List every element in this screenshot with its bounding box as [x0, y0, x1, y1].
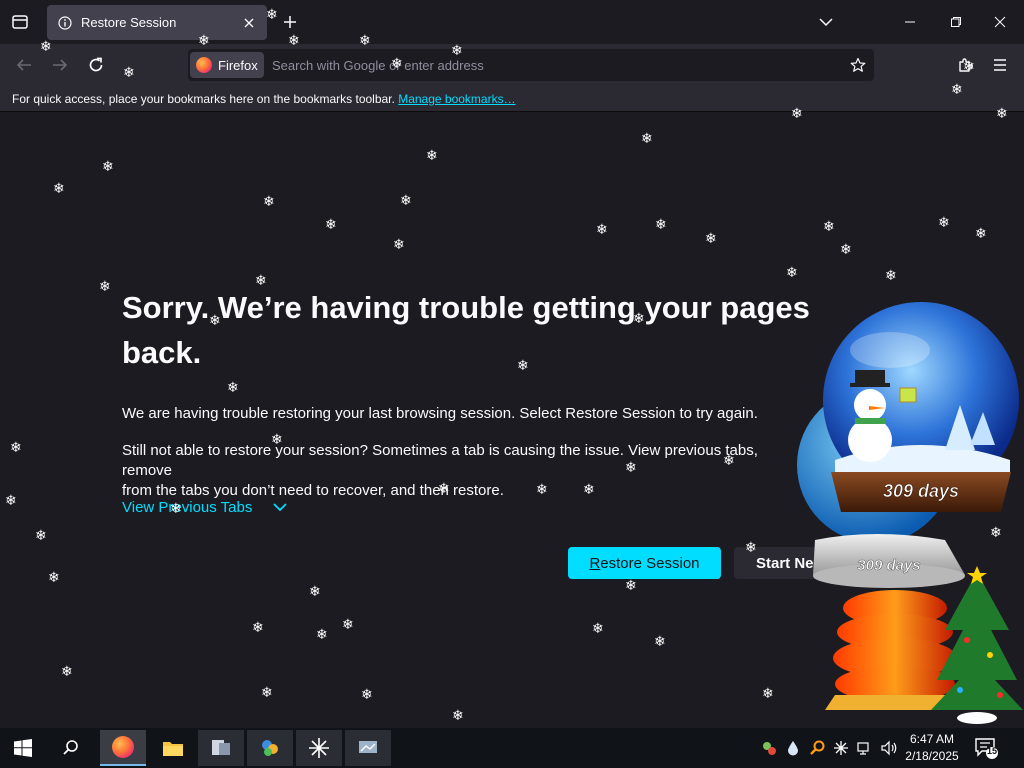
tab-title: Restore Session — [81, 15, 177, 30]
hint-text-line-2: from the tabs you don’t need to recover,… — [122, 482, 504, 499]
identity-label: Firefox — [218, 57, 258, 73]
restore-label-rest: estore Session — [600, 554, 700, 572]
chevron-down-icon — [272, 499, 288, 516]
view-previous-tabs-label: View Previous Tabs — [122, 499, 253, 516]
navigation-toolbar: Firefox — [0, 44, 1024, 86]
volume-icon[interactable] — [880, 738, 898, 758]
tray-drop-icon[interactable] — [784, 738, 802, 758]
days-counter-label-1: 309 days — [883, 481, 959, 501]
forward-icon[interactable] — [48, 53, 72, 77]
start-button-icon[interactable] — [0, 730, 46, 766]
tray-app-icon[interactable] — [760, 738, 778, 758]
file-explorer-icon[interactable] — [150, 730, 196, 766]
search-icon[interactable] — [48, 730, 94, 766]
snow-globe-image: 309 days 309 days — [797, 302, 1023, 724]
hamburger-menu-icon[interactable] — [988, 53, 1012, 77]
new-tab-icon[interactable] — [280, 12, 300, 32]
taskbar-app-4-icon[interactable] — [345, 730, 391, 766]
page-title-line-2: back. — [122, 335, 202, 370]
taskbar-app-2-icon[interactable] — [247, 730, 293, 766]
tray-snowflake-icon[interactable] — [832, 738, 850, 758]
list-all-tabs-icon[interactable] — [816, 12, 836, 32]
hint-text: Still not able to restore your session? … — [122, 441, 812, 501]
hint-text-line-1: Still not able to restore your session? … — [122, 442, 758, 479]
screen: Restore Session Firefox Search with Goog… — [0, 0, 1024, 768]
taskbar-firefox-icon[interactable] — [100, 730, 146, 766]
minimize-icon[interactable] — [900, 12, 920, 32]
reload-icon[interactable] — [84, 53, 108, 77]
clock-date: 2/18/2025 — [905, 749, 959, 763]
back-icon[interactable] — [12, 53, 36, 77]
identity-box[interactable]: Firefox — [190, 52, 264, 78]
close-tab-icon[interactable] — [241, 15, 257, 31]
address-bar: Firefox — [188, 49, 874, 81]
url-input[interactable] — [272, 49, 832, 81]
bookmark-star-icon[interactable] — [848, 55, 868, 75]
page-title-line-1: Sorry. We’re having trouble getting your… — [122, 290, 810, 325]
system-clock[interactable]: 6:47 AM 2/18/2025 — [902, 731, 962, 765]
restore-session-button[interactable]: Restore Session — [568, 547, 721, 579]
firefox-logo-icon — [196, 57, 212, 73]
clock-time: 6:47 AM — [909, 732, 955, 746]
close-window-icon[interactable] — [990, 12, 1010, 32]
tab-strip: Restore Session — [0, 0, 1024, 44]
restore-accesskey: R — [589, 554, 601, 572]
maximize-icon[interactable] — [946, 12, 966, 32]
tray-search-icon[interactable] — [808, 738, 826, 758]
notification-count: 15 — [986, 746, 997, 756]
taskbar-snowflake-app-icon[interactable] — [296, 730, 342, 766]
network-icon[interactable] — [856, 738, 874, 758]
bookmarks-toolbar-hint: For quick access, place your bookmarks h… — [12, 92, 395, 106]
tab-restore-session[interactable]: Restore Session — [47, 5, 267, 40]
manage-bookmarks-link[interactable]: Manage bookmarks… — [398, 92, 515, 106]
extensions-icon[interactable] — [954, 53, 978, 77]
taskbar: 6:47 AM 2/18/2025 15 — [0, 728, 1024, 768]
bookmarks-toolbar: For quick access, place your bookmarks h… — [0, 86, 1024, 112]
view-previous-tabs-toggle[interactable]: View Previous Tabs — [122, 499, 288, 516]
description-text: We are having trouble restoring your las… — [122, 405, 758, 422]
notification-center-icon[interactable]: 15 — [974, 736, 998, 760]
days-counter-label-2: 309 days — [857, 557, 920, 574]
info-icon — [57, 15, 73, 31]
snow-globe-widget[interactable]: 309 days 309 days — [795, 300, 1024, 728]
firefox-view-icon[interactable] — [8, 10, 32, 34]
page-title: Sorry. We’re having trouble getting your… — [122, 285, 842, 375]
taskbar-app-1-icon[interactable] — [198, 730, 244, 766]
